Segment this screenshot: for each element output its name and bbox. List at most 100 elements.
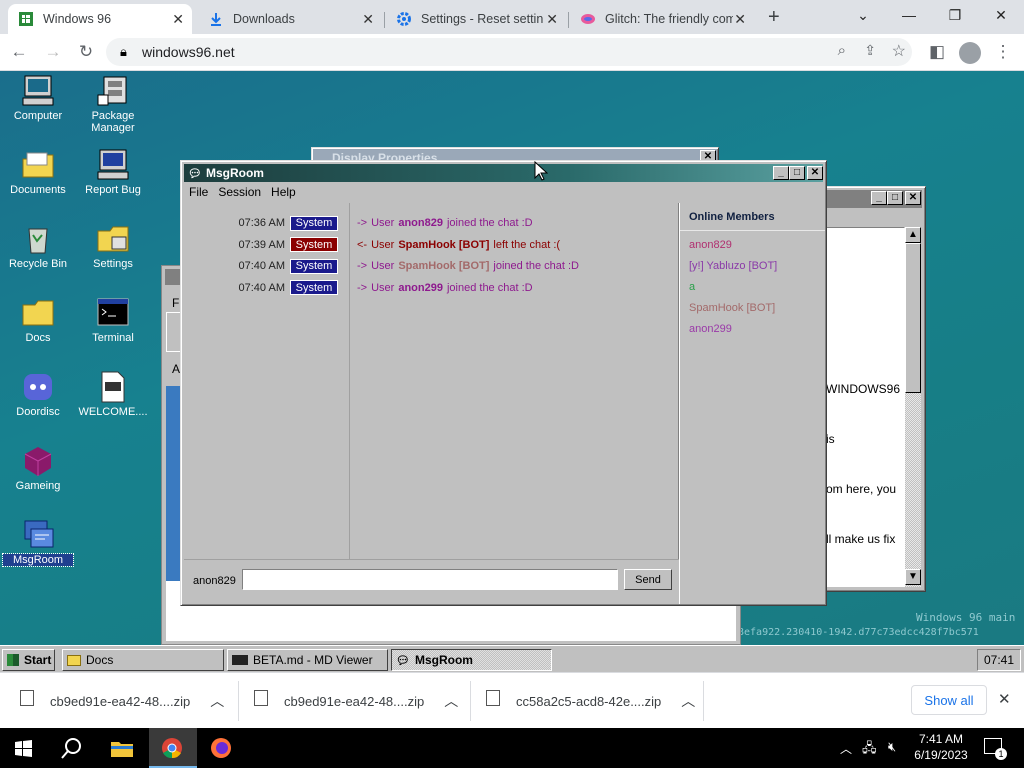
desktop-icon-gameing[interactable]: Gameing	[3, 445, 73, 492]
firefox-icon[interactable]	[210, 737, 232, 759]
member-item[interactable]: anon299	[689, 323, 732, 335]
desktop-icon-settings[interactable]: Settings	[78, 223, 148, 270]
desktop-icon-doordisc[interactable]: Doordisc	[3, 371, 73, 418]
share-icon[interactable]: ⇪	[864, 42, 876, 59]
close-download-bar-icon[interactable]: ✕	[998, 690, 1011, 708]
reload-icon[interactable]: ↻	[75, 42, 97, 62]
message-text: left the chat :(	[493, 238, 561, 251]
chevron-up-icon[interactable]: ︿	[210, 691, 224, 711]
tab-search-icon[interactable]: ⌄	[840, 0, 886, 30]
chat-message: 07:36 AM System -> User anon829 joined the ch…	[184, 215, 533, 231]
menu-file[interactable]: File	[189, 185, 208, 199]
scroll-thumb[interactable]	[905, 243, 921, 393]
gear-icon	[396, 11, 412, 27]
desktop-icon-msgroom[interactable]: MsgRoom	[2, 519, 74, 567]
start-button[interactable]: Start	[2, 649, 55, 671]
system-badge: System	[290, 258, 338, 274]
tab-settings[interactable]: Settings - Reset settings ✕	[386, 4, 566, 34]
menu-kebab-icon[interactable]: ⋮	[992, 42, 1014, 62]
win96-desktop: Computer Package Manager Documents Repor…	[0, 71, 1024, 645]
desktop-icon-docs[interactable]: Docs	[3, 297, 73, 344]
send-button[interactable]: Send	[624, 569, 672, 590]
download-item[interactable]: cc58a2c5-acd8-42e....zip ︿	[486, 673, 695, 729]
start-logo-icon	[7, 654, 19, 666]
desktop-icon-welcome[interactable]: WELCOME....	[78, 371, 148, 418]
message-username[interactable]: anon829	[398, 217, 443, 229]
chrome-taskbar-button[interactable]	[149, 728, 197, 768]
chrome-icon	[162, 738, 182, 759]
message-input[interactable]	[242, 569, 618, 590]
network-icon[interactable]: 🖧︎	[862, 739, 877, 761]
download-item[interactable]: cb9ed91e-ea42-48....zip ︿	[254, 673, 458, 729]
volume-muted-icon[interactable]: 🔇︎	[888, 739, 896, 755]
close-tab-icon[interactable]: ✕	[734, 11, 746, 28]
desktop-icon-report-bug[interactable]: Report Bug	[78, 149, 148, 196]
profile-avatar-icon[interactable]	[959, 42, 981, 64]
tab-windows96[interactable]: Windows 96 ✕	[8, 4, 192, 34]
desktop-icon-computer[interactable]: Computer	[3, 75, 73, 122]
side-panel-icon[interactable]: ◧	[926, 42, 948, 62]
minimize-icon[interactable]: _	[773, 166, 789, 180]
message-arrow: <-	[357, 238, 368, 251]
file-explorer-icon[interactable]	[111, 739, 133, 757]
close-tab-icon[interactable]: ✕	[546, 11, 558, 28]
message-username[interactable]: anon299	[398, 282, 443, 294]
scrollbar[interactable]: ▲ ▼	[905, 227, 921, 587]
omnibox[interactable]: 🔒︎ windows96.net ⌕ ⇪ ☆	[106, 38, 912, 66]
desktop-icon-documents[interactable]: Documents	[3, 149, 73, 196]
msgroom-titlebar[interactable]: 💬︎ MsgRoom _ □ ✕	[184, 164, 823, 182]
show-all-downloads-button[interactable]: Show all	[911, 685, 987, 715]
message-username[interactable]: SpamHook [BOT]	[398, 260, 489, 272]
win96-clock: 07:41	[977, 649, 1021, 671]
zip-file-icon	[20, 690, 34, 706]
glitch-icon	[580, 11, 596, 27]
close-tab-icon[interactable]: ✕	[362, 11, 374, 28]
minimize-icon[interactable]: _	[871, 191, 887, 205]
message-text: joined the chat :D	[446, 281, 533, 294]
taskbar-item-msgroom[interactable]: 💬︎ MsgRoom	[391, 649, 552, 671]
close-tab-icon[interactable]: ✕	[172, 11, 184, 28]
chevron-up-icon[interactable]: ︿	[681, 691, 695, 711]
forward-icon[interactable]: →	[42, 42, 64, 62]
minimize-icon[interactable]: —	[886, 0, 932, 30]
message-username[interactable]: SpamHook [BOT]	[398, 239, 489, 251]
back-icon[interactable]: ←	[8, 42, 30, 62]
markdown-icon	[232, 655, 248, 665]
search-icon[interactable]	[61, 737, 83, 759]
msgroom-icon	[21, 519, 55, 551]
search-icon[interactable]: ⌕	[838, 42, 846, 59]
member-item[interactable]: SpamHook [BOT]	[689, 302, 775, 314]
desktop-icon-recycle-bin[interactable]: Recycle Bin	[3, 223, 73, 270]
member-item[interactable]: a	[689, 281, 695, 293]
windows-start-icon[interactable]	[15, 740, 32, 757]
restore-icon[interactable]: ❐	[932, 0, 978, 30]
url-text[interactable]: windows96.net	[142, 44, 235, 60]
maximize-icon[interactable]: □	[789, 166, 805, 180]
chevron-up-icon[interactable]: ︿	[840, 740, 852, 757]
bookmark-star-icon[interactable]: ☆	[892, 41, 906, 61]
tab-glitch[interactable]: Glitch: The friendly community ✕	[570, 4, 754, 34]
system-clock[interactable]: 7:41 AM 6/19/2023	[912, 731, 970, 763]
win96-taskbar: Start Docs BETA.md - MD Viewer 💬︎ MsgRoo…	[0, 645, 1024, 672]
close-icon[interactable]: ✕	[807, 166, 823, 180]
taskbar-item-docs[interactable]: Docs	[62, 649, 224, 671]
menu-session[interactable]: Session	[218, 185, 261, 199]
scroll-down-icon[interactable]: ▼	[905, 569, 921, 585]
menu-help[interactable]: Help	[271, 185, 296, 199]
tab-downloads[interactable]: Downloads ✕	[198, 4, 382, 34]
settings-folder-icon	[96, 223, 130, 255]
new-tab-icon[interactable]: +	[768, 6, 780, 29]
chevron-up-icon[interactable]: ︿	[444, 691, 458, 711]
close-icon[interactable]: ✕	[905, 191, 921, 205]
member-item[interactable]: anon829	[689, 239, 732, 251]
close-window-icon[interactable]: ✕	[978, 0, 1024, 30]
download-item[interactable]: cb9ed91e-ea42-48....zip ︿	[20, 673, 224, 729]
member-item[interactable]: [y!] Yabluzo [BOT]	[689, 260, 777, 272]
desktop-icon-package-manager[interactable]: Package Manager	[78, 75, 148, 134]
scroll-up-icon[interactable]: ▲	[905, 227, 921, 243]
message-prefix: User	[371, 260, 395, 272]
maximize-icon[interactable]: □	[887, 191, 903, 205]
message-time: 07:39 AM	[238, 238, 285, 251]
desktop-icon-terminal[interactable]: Terminal	[78, 297, 148, 344]
taskbar-item-md-viewer[interactable]: BETA.md - MD Viewer	[227, 649, 388, 671]
